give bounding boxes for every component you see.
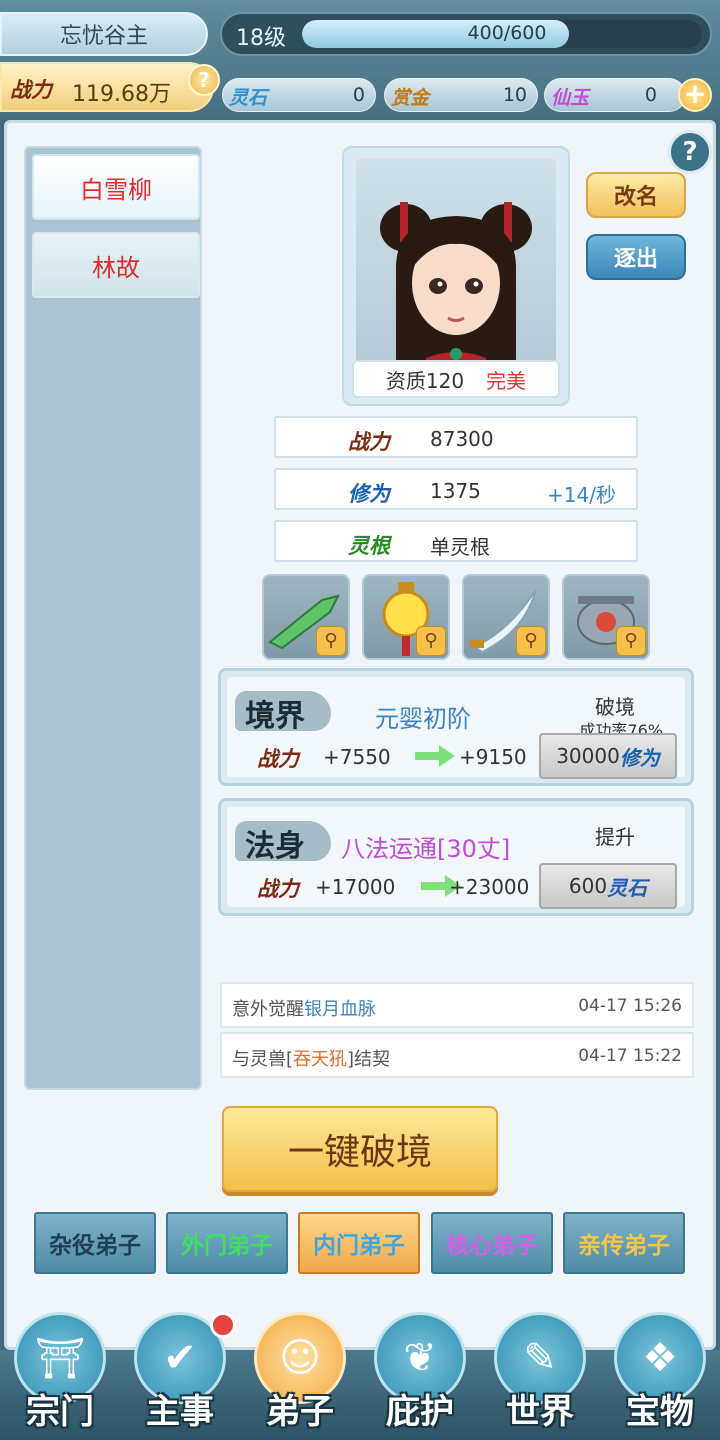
notification-dot [210, 1312, 236, 1338]
nav-treasure[interactable]: ❖ 宝物 [608, 1312, 712, 1436]
stat-power-row: 战力 87300 [274, 416, 638, 458]
currency-value: 0 [352, 84, 365, 106]
stat-label: 修为 [348, 481, 390, 506]
tab-rank-personal[interactable]: 亲传弟子 [563, 1212, 685, 1274]
currency-value: 0 [644, 84, 657, 106]
currency-bar: 灵石 0 赏金 10 仙玉 0 [222, 78, 712, 112]
currency-label: 仙玉 [551, 87, 590, 109]
tab-rank-servant[interactable]: 杂役弟子 [34, 1212, 156, 1274]
nav-label: 宝物 [626, 1392, 694, 1432]
nav-sect[interactable]: ⛩ 宗门 [8, 1312, 112, 1436]
inspect-icon[interactable]: ⚲ [416, 626, 446, 656]
level-panel: 18级 400/600 [220, 12, 712, 56]
rename-button[interactable]: 改名 [586, 172, 686, 218]
body-power-label: 战力 [257, 876, 299, 901]
currency-spirit-stone: 灵石 0 [222, 78, 376, 112]
currency-value: 10 [502, 84, 527, 106]
realm-title: 境界 [245, 699, 305, 734]
nav-label: 世界 [506, 1392, 574, 1432]
stat-value: 87300 [430, 427, 494, 451]
dharma-body-card: 法身 八法运通[30丈] 战力 +17000 +23000 提升 600 灵石 [218, 798, 694, 916]
log-text: 与灵兽[吞天犼]结契 [232, 1045, 390, 1071]
power-value: 119.68万 [72, 82, 171, 107]
equipment-slot-cauldron[interactable]: ⚲ [562, 574, 650, 660]
exp-bar: 400/600 [302, 20, 702, 48]
one-click-breakthrough-button[interactable]: 一键破境 [222, 1106, 498, 1192]
log-prefix: 意外觉醒 [232, 999, 304, 1020]
stat-label: 战力 [348, 429, 390, 454]
nav-label: 主事 [146, 1392, 214, 1432]
disciple-item[interactable]: 林故 [32, 232, 200, 298]
upgrade-button[interactable]: 600 灵石 [539, 863, 677, 909]
inspect-icon[interactable]: ⚲ [616, 626, 646, 656]
upgrade-cost: 600 [568, 874, 608, 898]
currency-bounty: 赏金 10 [384, 78, 538, 112]
aptitude-grade: 完美 [486, 368, 527, 393]
nav-label: 庇护 [386, 1392, 454, 1432]
log-time: 04-17 15:22 [578, 1046, 682, 1066]
player-name[interactable]: 忘忧谷主 [0, 12, 208, 56]
exp-text: 400/600 [467, 22, 547, 44]
inspect-icon[interactable]: ⚲ [316, 626, 346, 656]
realm-power-label: 战力 [257, 746, 299, 771]
currency-immortal-jade: 仙玉 0 [544, 78, 686, 112]
tab-rank-outer[interactable]: 外门弟子 [166, 1212, 288, 1274]
breakthrough-title: 破境 [595, 695, 635, 719]
stat-value: 1375 [430, 479, 481, 503]
nav-world[interactable]: ✎ 世界 [488, 1312, 592, 1436]
body-title: 法身 [245, 829, 305, 864]
total-power-panel: 战力 119.68万 [0, 62, 214, 112]
inspect-icon[interactable]: ⚲ [516, 626, 546, 656]
add-currency-button[interactable]: + [678, 78, 712, 112]
nav-tasks[interactable]: ✔ 主事 [128, 1312, 236, 1436]
currency-label: 灵石 [229, 87, 268, 109]
disciple-item[interactable]: 白雪柳 [32, 154, 200, 220]
upgrade-cost-unit: 灵石 [607, 875, 648, 900]
log-highlight: 银月血脉 [304, 999, 376, 1020]
body-power-current: +17000 [315, 875, 396, 899]
equipment-slot-lantern[interactable]: ⚲ [362, 574, 450, 660]
equipment-slot-saber[interactable]: ⚲ [462, 574, 550, 660]
nav-label: 宗门 [26, 1392, 94, 1432]
log-highlight: 吞天犼 [293, 1049, 348, 1070]
power-label: 战力 [10, 77, 52, 102]
upgrade-title: 提升 [595, 825, 635, 849]
body-name: 八法运通[30丈] [341, 835, 511, 863]
log-time: 04-17 15:26 [578, 996, 682, 1016]
stat-cultivation-row: 修为 1375 +14/秒 [274, 468, 638, 510]
stat-label: 灵根 [348, 533, 390, 558]
nav-shelter[interactable]: ❦ 庇护 [368, 1312, 472, 1436]
aptitude-value: 资质120 [385, 368, 465, 393]
tab-rank-inner[interactable]: 内门弟子 [298, 1212, 420, 1274]
tab-rank-core[interactable]: 核心弟子 [431, 1212, 553, 1274]
help-icon[interactable]: ? [668, 130, 712, 174]
breakthrough-cost: 30000 [556, 744, 620, 768]
breakthrough-cost-unit: 修为 [619, 745, 660, 770]
realm-power-current: +7550 [323, 745, 391, 769]
portrait-image [380, 202, 532, 368]
level-text: 18级 [236, 26, 286, 51]
event-log-row: 与灵兽[吞天犼]结契 04-17 15:22 [220, 1032, 694, 1078]
realm-name: 元婴初阶 [375, 705, 471, 733]
stat-rate: +14/秒 [547, 483, 616, 507]
power-help-icon[interactable]: ? [188, 64, 220, 96]
nav-disciples[interactable]: ☺ 弟子 [248, 1312, 352, 1436]
equipment-slot-jade-blade[interactable]: ⚲ [262, 574, 350, 660]
stat-root-row: 灵根 单灵根 [274, 520, 638, 562]
nav-label: 弟子 [266, 1392, 334, 1432]
log-suffix: ]结契 [347, 1049, 391, 1070]
currency-label: 赏金 [391, 87, 430, 109]
log-text: 意外觉醒银月血脉 [232, 995, 376, 1021]
event-log-row: 意外觉醒银月血脉 04-17 15:26 [220, 982, 694, 1028]
stat-value: 单灵根 [430, 535, 490, 559]
disciple-portrait [356, 158, 556, 368]
breakthrough-button[interactable]: 30000 修为 [539, 733, 677, 779]
expel-button[interactable]: 逐出 [586, 234, 686, 280]
realm-card: 境界 元婴初阶 战力 +7550 +9150 破境 成功率76% 30000 修为 [218, 668, 694, 786]
body-power-next: +23000 [449, 875, 530, 899]
arrow-right-icon [415, 745, 455, 767]
realm-power-next: +9150 [459, 745, 527, 769]
aptitude-badge: 资质120 完美 [352, 360, 560, 398]
log-prefix: 与灵兽[ [232, 1049, 294, 1070]
